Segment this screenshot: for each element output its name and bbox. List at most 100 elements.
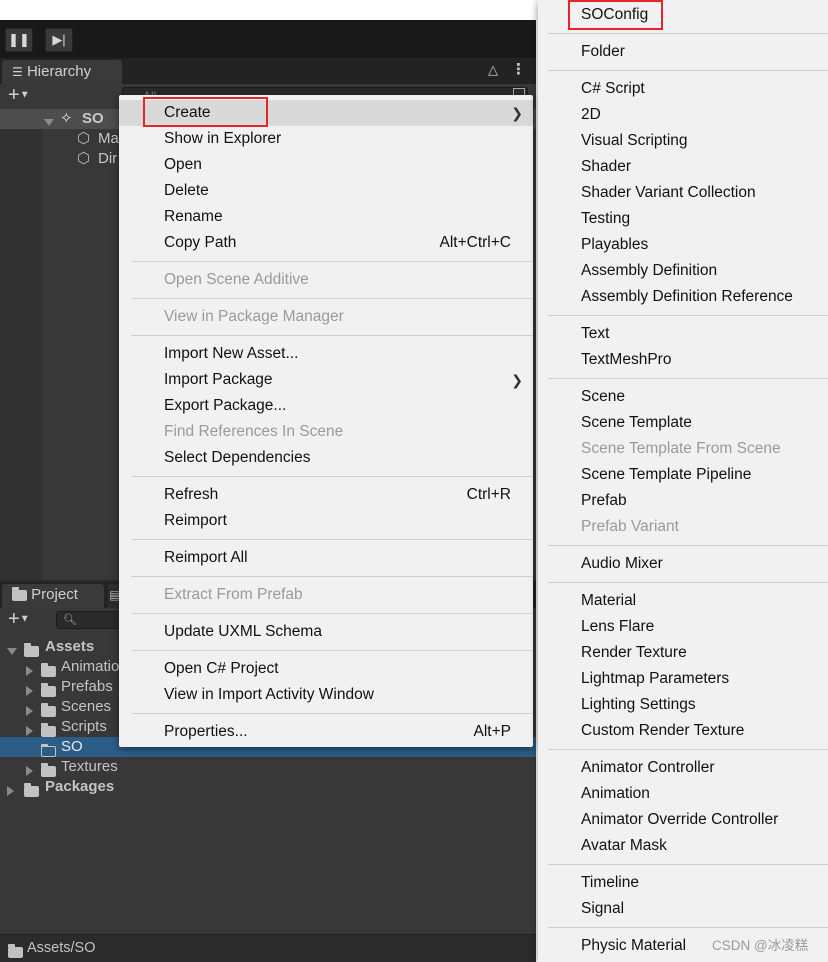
tree-item-animation[interactable]: Animatio bbox=[61, 657, 119, 677]
submenu-item-2d[interactable]: 2D bbox=[538, 102, 828, 128]
menu-item-reimport-all[interactable]: Reimport All bbox=[119, 545, 533, 571]
menu-item-refresh[interactable]: Refresh Ctrl+R bbox=[119, 482, 533, 508]
tab-hierarchy[interactable]: ☰ Hierarchy bbox=[2, 60, 122, 86]
menu-item-select-dependencies[interactable]: Select Dependencies bbox=[119, 445, 533, 471]
tree-item-textures[interactable]: Textures bbox=[61, 757, 118, 777]
folder-icon bbox=[41, 702, 56, 719]
submenu-item-timeline[interactable]: Timeline bbox=[538, 870, 828, 896]
hierarchy-item[interactable]: Dir bbox=[98, 149, 117, 169]
submenu-item-audio-mixer[interactable]: Audio Mixer bbox=[538, 551, 828, 577]
submenu-item-avatar-mask[interactable]: Avatar Mask bbox=[538, 833, 828, 859]
menu-item-import-package[interactable]: Import Package ❯ bbox=[119, 367, 533, 393]
expand-arrow-icon[interactable] bbox=[26, 762, 33, 779]
menu-separator bbox=[131, 539, 533, 540]
tree-item-so[interactable]: SO bbox=[61, 737, 83, 757]
assets-expand-icon[interactable] bbox=[7, 642, 17, 659]
tree-item-prefabs[interactable]: Prefabs bbox=[61, 677, 113, 697]
submenu-item-animator-controller[interactable]: Animator Controller bbox=[538, 755, 828, 781]
hierarchy-item[interactable]: Ma bbox=[98, 129, 119, 149]
menu-item-import-new-asset[interactable]: Import New Asset... bbox=[119, 341, 533, 367]
submenu-item-animator-override-controller[interactable]: Animator Override Controller bbox=[538, 807, 828, 833]
submenu-item-scene-template[interactable]: Scene Template bbox=[538, 410, 828, 436]
folder-icon bbox=[8, 943, 23, 960]
submenu-item-scene[interactable]: Scene bbox=[538, 384, 828, 410]
menu-item-copy-path[interactable]: Copy Path Alt+Ctrl+C bbox=[119, 230, 533, 256]
create-submenu: SOConfig Folder C# Script 2D Visual Scri… bbox=[538, 0, 828, 962]
menu-item-delete[interactable]: Delete bbox=[119, 178, 533, 204]
submenu-item-lighting-settings[interactable]: Lighting Settings bbox=[538, 692, 828, 718]
submenu-item-shader-variant-collection[interactable]: Shader Variant Collection bbox=[538, 180, 828, 206]
tree-item-scenes[interactable]: Scenes bbox=[61, 697, 111, 717]
menu-item-export-package[interactable]: Export Package... bbox=[119, 393, 533, 419]
menu-item-open-scene-additive: Open Scene Additive bbox=[164, 271, 309, 288]
menu-item-reimport[interactable]: Reimport bbox=[119, 508, 533, 534]
menu-separator bbox=[131, 298, 533, 299]
menu-separator bbox=[548, 33, 828, 34]
submenu-item-textmeshpro[interactable]: TextMeshPro bbox=[538, 347, 828, 373]
submenu-item-prefab[interactable]: Prefab bbox=[538, 488, 828, 514]
pause-button[interactable]: ❚❚ bbox=[5, 28, 33, 52]
tab-project[interactable]: Project bbox=[2, 584, 104, 608]
submenu-item-shader[interactable]: Shader bbox=[538, 154, 828, 180]
menu-separator bbox=[131, 713, 533, 714]
kebab-menu-icon[interactable]: ⋮ bbox=[511, 60, 526, 78]
menu-separator bbox=[548, 927, 828, 928]
step-button[interactable]: ▶| bbox=[45, 28, 73, 52]
menu-separator bbox=[548, 315, 828, 316]
submenu-item-assembly-definition-reference[interactable]: Assembly Definition Reference bbox=[538, 284, 828, 310]
add-button[interactable]: +▼ bbox=[8, 84, 30, 107]
submenu-item-lightmap-parameters[interactable]: Lightmap Parameters bbox=[538, 666, 828, 692]
shortcut-label: Alt+P bbox=[473, 723, 511, 740]
submenu-item-lens-flare[interactable]: Lens Flare bbox=[538, 614, 828, 640]
hierarchy-indent-strip bbox=[0, 129, 42, 580]
submenu-item-text[interactable]: Text bbox=[538, 321, 828, 347]
tab-project-label: Project bbox=[31, 586, 78, 603]
project-search-input[interactable]: 🔍︎ bbox=[56, 611, 122, 629]
menu-separator bbox=[131, 335, 533, 336]
submenu-item-animation[interactable]: Animation bbox=[538, 781, 828, 807]
submenu-item-custom-render-texture[interactable]: Custom Render Texture bbox=[538, 718, 828, 744]
menu-item-update-uxml-schema[interactable]: Update UXML Schema bbox=[119, 619, 533, 645]
menu-item-show-in-explorer[interactable]: Show in Explorer bbox=[119, 126, 533, 152]
submenu-item-signal[interactable]: Signal bbox=[538, 896, 828, 922]
submenu-item-render-texture[interactable]: Render Texture bbox=[538, 640, 828, 666]
submenu-item-scene-template-from-scene: Scene Template From Scene bbox=[581, 440, 781, 457]
list-icon: ☰ bbox=[12, 65, 23, 79]
menu-item-open[interactable]: Open bbox=[119, 152, 533, 178]
submenu-item-scene-template-pipeline[interactable]: Scene Template Pipeline bbox=[538, 462, 828, 488]
gameobject-cube-icon: ⬡ bbox=[77, 150, 91, 167]
submenu-item-playables[interactable]: Playables bbox=[538, 232, 828, 258]
submenu-item-folder[interactable]: Folder bbox=[538, 39, 828, 65]
chevron-right-icon: ❯ bbox=[511, 372, 523, 388]
tree-item-packages[interactable]: Packages bbox=[45, 777, 114, 797]
submenu-item-material[interactable]: Material bbox=[538, 588, 828, 614]
menu-separator bbox=[131, 261, 533, 262]
expand-arrow-icon[interactable] bbox=[26, 662, 33, 679]
menu-item-properties[interactable]: Properties... Alt+P bbox=[119, 719, 533, 745]
submenu-item-csharp-script[interactable]: C# Script bbox=[538, 76, 828, 102]
submenu-item-prefab-variant: Prefab Variant bbox=[581, 518, 679, 535]
expand-arrow-icon[interactable] bbox=[26, 682, 33, 699]
create-add-button[interactable]: +▼ bbox=[8, 608, 30, 631]
shortcut-label: Alt+Ctrl+C bbox=[439, 234, 512, 251]
highlight-box-soconfig bbox=[568, 0, 663, 30]
folder-icon bbox=[24, 782, 39, 799]
expand-arrow-icon[interactable] bbox=[26, 702, 33, 719]
submenu-item-visual-scripting[interactable]: Visual Scripting bbox=[538, 128, 828, 154]
lock-icon[interactable]: △ bbox=[488, 62, 498, 78]
tree-item-scripts[interactable]: Scripts bbox=[61, 717, 107, 737]
submenu-item-testing[interactable]: Testing bbox=[538, 206, 828, 232]
folder-open-icon bbox=[24, 642, 39, 659]
unity-scene-icon: ✧ bbox=[60, 110, 73, 127]
menu-item-view-in-import-activity[interactable]: View in Import Activity Window bbox=[119, 682, 533, 708]
expand-arrow-icon[interactable] bbox=[7, 782, 14, 799]
menu-item-rename[interactable]: Rename bbox=[119, 204, 533, 230]
collapse-arrow-icon[interactable] bbox=[44, 113, 54, 130]
menu-item-open-csharp-project[interactable]: Open C# Project bbox=[119, 656, 533, 682]
shortcut-label: Ctrl+R bbox=[466, 486, 511, 503]
submenu-item-assembly-definition[interactable]: Assembly Definition bbox=[538, 258, 828, 284]
watermark-text: CSDN @冰凌糕 bbox=[712, 938, 809, 953]
tree-item-assets[interactable]: Assets bbox=[45, 637, 94, 657]
menu-item-extract-from-prefab: Extract From Prefab bbox=[164, 586, 303, 603]
menu-separator bbox=[548, 70, 828, 71]
